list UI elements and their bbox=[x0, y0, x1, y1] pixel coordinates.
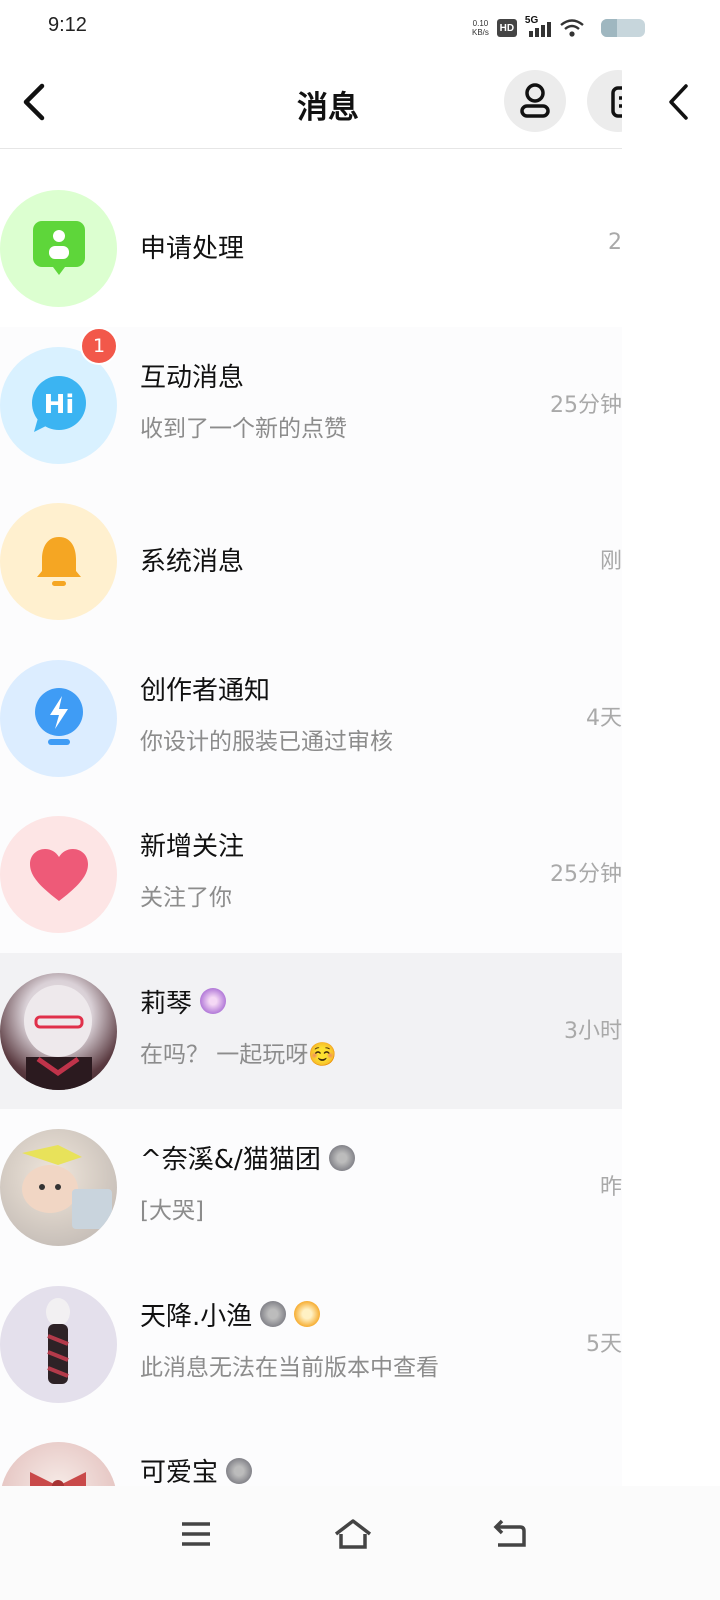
level-badge-icon bbox=[260, 1301, 287, 1327]
list-item-follow[interactable]: 新增关注 关注了你 25分钟 bbox=[0, 796, 622, 953]
game-badge-icon bbox=[294, 1301, 321, 1327]
item-time: 刚 bbox=[599, 549, 622, 574]
item-time: 25分钟 bbox=[550, 392, 622, 418]
item-preview: 关注了你 bbox=[140, 885, 232, 911]
menu-icon bbox=[182, 1522, 210, 1546]
item-time: 2 bbox=[608, 230, 622, 255]
list-item-chat-naixi[interactable]: ^奈溪&/猫猫团 [大哭] 昨 bbox=[0, 1109, 622, 1266]
system-navigation-bar bbox=[0, 1486, 720, 1600]
apply-icon bbox=[32, 220, 85, 275]
hi-bubble-icon: Hi bbox=[31, 376, 86, 432]
list-item-creator[interactable]: 创作者通知 你设计的服装已通过审核 4天 bbox=[0, 639, 622, 796]
item-name: 莉琴 bbox=[140, 983, 227, 1020]
follow-avatar bbox=[0, 816, 117, 933]
list-item-interaction[interactable]: Hi 1 互动消息 收到了一个新的点赞 25分钟 bbox=[0, 326, 622, 483]
status-icons: 0.10 KB/s HD 5G bbox=[472, 14, 645, 42]
contacts-button[interactable] bbox=[504, 70, 566, 132]
item-time: 25分钟 bbox=[550, 862, 622, 887]
item-preview: 你设计的服装已通过审核 bbox=[140, 728, 393, 755]
menu-button[interactable] bbox=[166, 1512, 226, 1556]
avatar bbox=[0, 972, 117, 1090]
item-time: 5天 bbox=[586, 1331, 622, 1357]
item-name: 新增关注 bbox=[140, 832, 245, 862]
level-badge-icon bbox=[200, 988, 227, 1014]
home-icon bbox=[334, 1519, 372, 1549]
unread-badge: 1 bbox=[80, 326, 118, 365]
item-name: 系统消息 bbox=[140, 547, 245, 577]
list-item-chat-xiaoyu[interactable]: 天降.小渔 此消息无法在当前版本中查看 5天 bbox=[0, 1265, 622, 1422]
item-time: 4天 bbox=[586, 705, 622, 731]
back-nav-button[interactable] bbox=[480, 1512, 540, 1556]
item-time: 3小时 bbox=[564, 1018, 622, 1044]
signal-icon: 5G bbox=[525, 15, 551, 39]
person-icon bbox=[520, 83, 550, 118]
item-name: 互动消息 bbox=[140, 362, 245, 393]
doll-avatar-icon bbox=[24, 984, 92, 1090]
wifi-icon bbox=[560, 19, 584, 37]
apply-avatar bbox=[0, 190, 117, 307]
return-icon bbox=[493, 1519, 526, 1547]
bell-icon bbox=[36, 536, 81, 586]
bulb-icon bbox=[34, 688, 83, 745]
list-item-chat-liqin[interactable]: 莉琴 在吗？ 一起玩呀☺️ 3小时 bbox=[0, 952, 622, 1109]
battery-icon bbox=[600, 19, 645, 37]
collapsed-panel-header bbox=[622, 56, 720, 149]
list-item-apply[interactable]: 申请处理 2 bbox=[0, 170, 622, 327]
item-name: 创作者通知 bbox=[140, 675, 271, 706]
avatar bbox=[0, 1285, 117, 1403]
figure-avatar-icon bbox=[46, 1297, 70, 1384]
heart-icon bbox=[29, 848, 88, 901]
item-preview: [大哭] bbox=[140, 1198, 204, 1224]
top-bar: 消息 bbox=[0, 56, 649, 149]
network-speed: 0.10 KB/s bbox=[472, 19, 489, 37]
item-name: 天降.小渔 bbox=[140, 1296, 321, 1333]
status-bar: 9:12 0.10 KB/s HD 5G bbox=[0, 0, 720, 56]
pig-avatar-icon bbox=[22, 1145, 112, 1229]
list-item-system[interactable]: 系统消息 刚 bbox=[0, 483, 622, 640]
collapsed-panel bbox=[622, 148, 720, 1486]
hd-icon: HD bbox=[496, 19, 517, 37]
item-name: ^奈溪&/猫猫团 bbox=[140, 1139, 355, 1176]
item-preview: 收到了一个新的点赞 bbox=[140, 415, 347, 442]
svg-text:Hi: Hi bbox=[43, 390, 74, 420]
item-name: 可爱宝 bbox=[140, 1452, 253, 1489]
creator-avatar bbox=[0, 659, 117, 777]
collapse-arrow-icon[interactable] bbox=[666, 82, 690, 122]
item-preview: 在吗？ 一起玩呀☺️ bbox=[140, 1041, 337, 1068]
message-list: 申请处理 2 Hi 1 互动消息 收到了一个新的点赞 25分钟 系统消息 刚 创… bbox=[0, 170, 622, 1579]
level-badge-icon bbox=[328, 1144, 355, 1171]
level-badge-icon bbox=[226, 1457, 253, 1484]
item-name: 申请处理 bbox=[140, 234, 245, 264]
status-time: 9:12 bbox=[48, 14, 87, 36]
system-avatar bbox=[0, 503, 117, 620]
item-time: 昨 bbox=[599, 1175, 622, 1200]
avatar bbox=[0, 1129, 117, 1246]
home-button[interactable] bbox=[323, 1512, 383, 1556]
item-preview: 此消息无法在当前版本中查看 bbox=[140, 1354, 439, 1381]
